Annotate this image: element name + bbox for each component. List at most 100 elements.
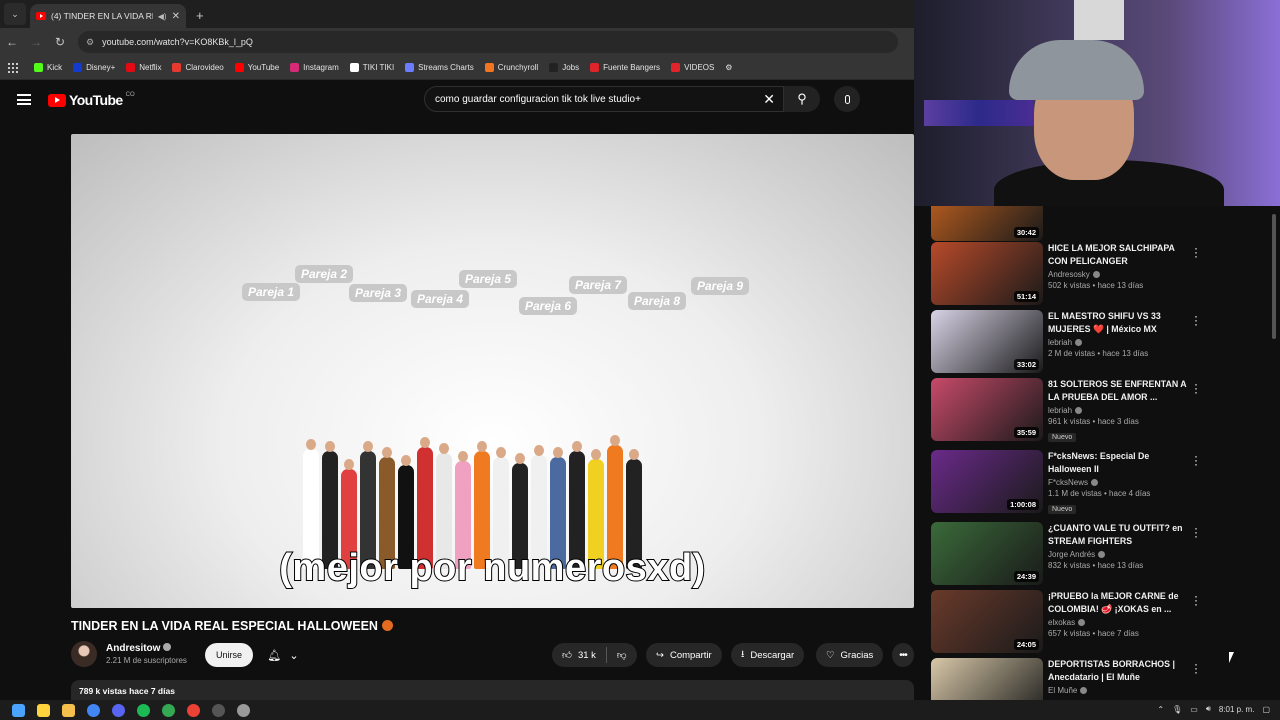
bookmark-0[interactable]: Kick: [34, 63, 62, 72]
recommended-video[interactable]: 1:00:08 F*cksNews: Especial De Halloween …: [931, 450, 1271, 514]
browser-tab[interactable]: (4) TINDER EN LA VIDA REAL ◀) ✕: [30, 4, 186, 28]
more-options-icon[interactable]: · · ·: [1193, 522, 1199, 542]
spotify-icon[interactable]: [137, 703, 150, 717]
video-thumbnail[interactable]: 1:00:08: [931, 450, 1043, 513]
apps-grid-icon[interactable]: [8, 62, 18, 73]
recommended-video[interactable]: 33:02 EL MAESTRO SHIFU VS 33 MUJERES ❤️ |…: [931, 310, 1271, 374]
mic-tray-icon[interactable]: 🎙︎: [1172, 705, 1182, 714]
youtube-logo[interactable]: YouTube CO: [48, 92, 135, 108]
recommended-video[interactable]: 24:05 ¡PRUEBO la MEJOR CARNE de COLOMBIA!…: [931, 590, 1271, 654]
video-thumbnail[interactable]: 33:02: [931, 310, 1043, 373]
video-thumbnail[interactable]: 51:14: [931, 242, 1043, 305]
channel-avatar[interactable]: [71, 641, 97, 667]
channel-name[interactable]: F*cksNews: [1048, 478, 1188, 487]
clear-search-icon[interactable]: ✕: [763, 91, 775, 108]
bookmark-3[interactable]: Clarovideo: [172, 63, 224, 72]
video-thumbnail[interactable]: [931, 658, 1043, 700]
forward-icon[interactable]: →: [24, 35, 48, 49]
back-icon[interactable]: ←: [0, 35, 24, 49]
channel-name[interactable]: elxokas: [1048, 618, 1188, 627]
new-tab-icon[interactable]: +: [196, 8, 204, 23]
recommended-video[interactable]: 35:59 81 SOLTEROS SE ENFRENTAN A LA PRUEB…: [931, 378, 1271, 442]
bookmark-7[interactable]: Streams Charts: [405, 63, 474, 72]
discord-icon[interactable]: [112, 703, 125, 717]
recommended-video[interactable]: 24:39 ¿CUANTO VALE TU OUTFIT? en STREAM F…: [931, 522, 1271, 586]
video-title[interactable]: ¿CUANTO VALE TU OUTFIT? en STREAM FIGHTE…: [1048, 522, 1188, 548]
search-input[interactable]: como guardar configuracion tik tok live …: [424, 86, 784, 112]
reload-icon[interactable]: ↻: [48, 35, 72, 49]
video-title[interactable]: DEPORTISTAS BORRACHOS | Anecdatario | El…: [1048, 658, 1188, 684]
notification-button[interactable]: 🔔︎ ⌄: [262, 643, 304, 667]
scrollbar[interactable]: [1270, 206, 1278, 700]
bookmark-5[interactable]: Instagram: [290, 63, 339, 72]
url-field[interactable]: ⚙ youtube.com/watch?v=KO8KBk_l_pQ: [78, 31, 898, 53]
bookmark-extra-icon[interactable]: ⚙: [725, 63, 732, 72]
video-thumbnail[interactable]: 24:39: [931, 522, 1043, 585]
video-thumbnail[interactable]: 24:05: [931, 590, 1043, 653]
volume-icon[interactable]: 🔊︎: [1206, 704, 1211, 714]
more-options-icon[interactable]: · · ·: [1193, 378, 1199, 398]
tray-chevron-icon[interactable]: ⌃: [1157, 705, 1164, 714]
bookmark-8[interactable]: Crunchyroll: [484, 63, 538, 72]
chrome-active-icon[interactable]: [212, 703, 225, 717]
channel-name[interactable]: Andresosky: [1048, 270, 1188, 279]
share-button[interactable]: ↪ Compartir: [646, 643, 722, 667]
video-title[interactable]: HICE LA MEJOR SALCHIPAPA CON PELICANGER: [1048, 242, 1188, 268]
video-thumbnail[interactable]: 35:59: [931, 378, 1043, 441]
video-title[interactable]: F*cksNews: Especial De Halloween II: [1048, 450, 1188, 476]
bookmark-favicon-icon: [671, 63, 681, 72]
video-thumbnail[interactable]: 30:42: [931, 206, 1043, 241]
recommended-video[interactable]: 30:42205 k vistas • hace 8 días: [931, 206, 1271, 242]
file-explorer-icon[interactable]: [62, 703, 75, 717]
download-button[interactable]: ⭳ Descargar: [731, 643, 805, 667]
bookmark-11[interactable]: VIDEOS: [671, 63, 714, 72]
video-meta: 2 M de vistas • hace 13 días: [1048, 349, 1149, 358]
video-title[interactable]: 81 SOLTEROS SE ENFRENTAN A LA PRUEBA DEL…: [1048, 378, 1188, 404]
chrome-icon[interactable]: [87, 703, 100, 717]
more-options-icon[interactable]: · · ·: [1193, 310, 1199, 330]
tab-search-button[interactable]: ⌄: [4, 3, 26, 25]
bookmark-9[interactable]: Jobs: [549, 63, 579, 72]
network-icon[interactable]: ▭: [1190, 705, 1198, 714]
more-options-icon[interactable]: · · ·: [1193, 242, 1199, 262]
calendar-app-icon[interactable]: [37, 703, 50, 717]
join-button[interactable]: Unirse: [205, 643, 253, 667]
speaker-icon[interactable]: ◀): [158, 12, 167, 21]
channel-name[interactable]: Andresitow: [106, 643, 187, 654]
notifications-icon[interactable]: ▢: [1262, 705, 1270, 714]
channel-name[interactable]: lebriah: [1048, 406, 1188, 415]
chrome-profile-icon[interactable]: [162, 703, 175, 717]
bookmark-2[interactable]: Netflix: [126, 63, 161, 72]
site-info-icon[interactable]: ⚙: [86, 37, 94, 48]
like-count[interactable]: 31 k: [578, 650, 596, 661]
bookmark-10[interactable]: Fuente Bangers: [590, 63, 660, 72]
bookmark-1[interactable]: Disney+: [73, 63, 115, 72]
windows-start-icon[interactable]: [12, 703, 25, 717]
search-button[interactable]: ⚲: [784, 86, 820, 112]
voice-search-button[interactable]: [834, 86, 860, 112]
channel-name[interactable]: Jorge Andrés: [1048, 550, 1188, 559]
channel-name[interactable]: lebriah: [1048, 338, 1188, 347]
video-title[interactable]: EL MAESTRO SHIFU VS 33 MUJERES ❤️ | Méxi…: [1048, 310, 1188, 336]
channel-name[interactable]: El Muñe: [1048, 686, 1188, 695]
chrome-profile-2-icon[interactable]: [187, 703, 200, 717]
more-actions-icon[interactable]: •••: [892, 643, 914, 667]
bookmark-6[interactable]: TIKI TIKI: [349, 63, 394, 72]
dislike-icon[interactable]: 👎︎: [617, 649, 627, 661]
clock[interactable]: 8:01 p. m.: [1219, 705, 1255, 714]
menu-icon[interactable]: [17, 94, 31, 105]
more-options-icon[interactable]: · · ·: [1193, 658, 1199, 678]
more-options-icon[interactable]: · · ·: [1193, 590, 1199, 610]
scrollbar-thumb[interactable]: [1272, 214, 1276, 339]
video-title[interactable]: ¡PRUEBO la MEJOR CARNE de COLOMBIA! 🥩 ¡X…: [1048, 590, 1188, 616]
obs-icon[interactable]: [237, 703, 250, 717]
video-player[interactable]: Pareja 1 Pareja 2 Pareja 3 Pareja 4 Pareja 5…: [71, 134, 914, 608]
recommended-video[interactable]: DEPORTISTAS BORRACHOS | Anecdatario | El…: [931, 658, 1271, 700]
thanks-button[interactable]: ♡ Gracias: [816, 643, 884, 667]
bookmark-4[interactable]: YouTube: [234, 63, 279, 72]
like-icon[interactable]: 👍︎: [562, 649, 572, 661]
close-tab-icon[interactable]: ✕: [172, 11, 180, 22]
more-options-icon[interactable]: · · ·: [1193, 450, 1199, 470]
description-box[interactable]: 789 k vistas hace 7 días: [71, 680, 914, 702]
recommended-video[interactable]: 51:14 HICE LA MEJOR SALCHIPAPA CON PELICA…: [931, 242, 1271, 306]
